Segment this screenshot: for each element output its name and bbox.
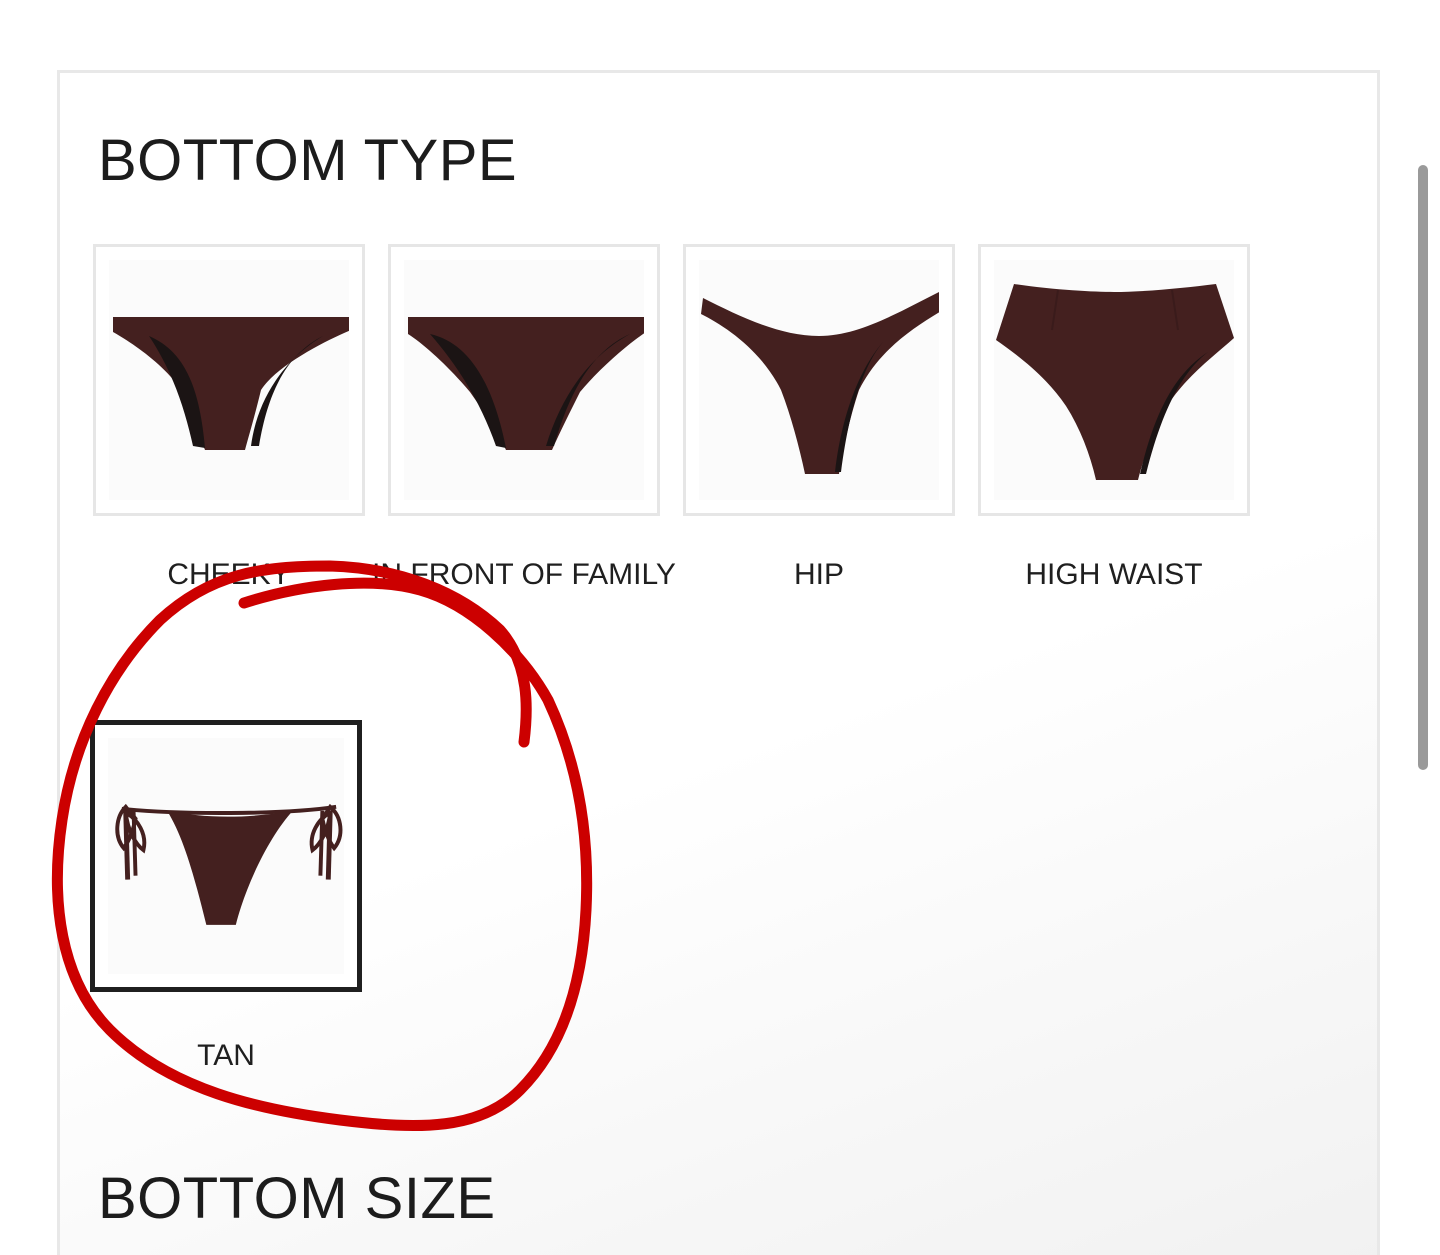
product-options-screen: BOTTOM TYPE CHEEKY IN FRONT OF FAMILY HI…	[0, 0, 1440, 1255]
option-label: IN FRONT OF FAMILY	[372, 558, 676, 591]
cheeky-bottom-icon	[113, 317, 349, 450]
option-label: TAN	[197, 1039, 255, 1072]
hip-bottom-icon	[701, 292, 939, 474]
option-thumbnail[interactable]	[978, 244, 1250, 516]
high-waist-bottom-icon	[996, 284, 1234, 480]
scrollbar-thumb[interactable]	[1418, 165, 1428, 770]
option-thumbnail[interactable]	[683, 244, 955, 516]
option-label: HIGH WAIST	[1025, 558, 1203, 591]
option-label: CHEEKY	[167, 558, 291, 591]
option-thumbnail[interactable]	[93, 244, 365, 516]
option-thumbnail[interactable]	[388, 244, 660, 516]
in-front-of-family-bottom-icon	[408, 317, 644, 450]
option-label: HIP	[793, 558, 844, 591]
bottom-type-title: BOTTOM TYPE	[98, 128, 518, 193]
option-thumbnail-selected[interactable]	[90, 720, 362, 992]
tan-bottom-icon	[115, 803, 343, 925]
bottom-size-title: BOTTOM SIZE	[98, 1166, 496, 1231]
